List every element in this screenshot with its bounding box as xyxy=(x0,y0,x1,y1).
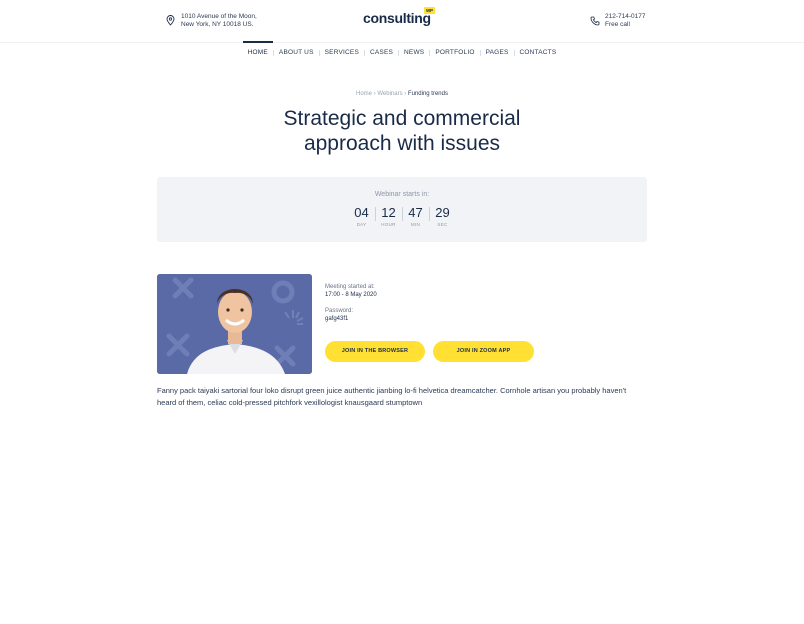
nav-item-cases[interactable]: CASES xyxy=(365,42,398,64)
phone-icon xyxy=(590,13,600,31)
breadcrumb-separator: › xyxy=(373,91,376,97)
breadcrumb-current: Funding trends xyxy=(407,91,448,97)
page-title: Strategic and commercial approach with i… xyxy=(0,106,804,156)
countdown-days-label: DAY xyxy=(356,222,367,227)
logo-text: consulting xyxy=(363,10,431,26)
nav-item-services[interactable]: SERVICES xyxy=(320,42,364,64)
countdown-days-value: 04 xyxy=(354,205,369,220)
address-line-1: 1010 Avenue of the Moon, xyxy=(181,13,257,20)
page-title-line-1: Strategic and commercial xyxy=(283,107,521,130)
join-browser-button[interactable]: JOIN IN THE BROWSER xyxy=(325,341,425,362)
location-pin-icon xyxy=(166,13,175,31)
logo-badge: WP xyxy=(424,7,435,14)
speaker-photo xyxy=(157,274,312,374)
countdown-hours: 12 HOUR xyxy=(376,205,402,228)
countdown-minutes-label: MIN xyxy=(410,222,421,227)
breadcrumb-separator: › xyxy=(404,91,407,97)
main-nav: HOME ABOUT US SERVICES CASES NEWS PORTFO… xyxy=(0,41,804,64)
countdown-seconds-value: 29 xyxy=(435,205,450,220)
webinar-description: Fanny pack taiyaki sartorial four loko d… xyxy=(157,386,627,407)
countdown-minutes: 47 MIN xyxy=(403,205,429,228)
nav-item-pages[interactable]: PAGES xyxy=(481,42,514,64)
nav-item-news[interactable]: NEWS xyxy=(399,42,429,64)
join-zoom-button[interactable]: JOIN IN ZOOM APP xyxy=(433,341,534,362)
nav-item-home[interactable]: HOME xyxy=(242,41,274,64)
countdown-panel: Webinar starts in: 04 DAY 12 HOUR 47 MIN… xyxy=(157,177,647,242)
breadcrumb-webinars[interactable]: Webinars xyxy=(377,91,402,97)
meeting-started-value: 17:00 - 8 May 2020 xyxy=(325,292,377,298)
page-title-line-2: approach with issues xyxy=(303,132,501,155)
meeting-started-label: Meeting started at: xyxy=(325,284,375,290)
nav-item-portfolio[interactable]: PORTFOLIO xyxy=(430,42,479,64)
site-header: 1010 Avenue of the Moon, New York, NY 10… xyxy=(0,0,804,43)
address-block: 1010 Avenue of the Moon, New York, NY 10… xyxy=(166,13,257,31)
countdown-seconds: 29 SEC xyxy=(430,205,456,228)
breadcrumb: Home › Webinars › Funding trends xyxy=(0,91,804,97)
password-label: Password: xyxy=(325,308,354,314)
countdown-minutes-value: 47 xyxy=(408,205,423,220)
countdown-hours-label: HOUR xyxy=(381,222,396,227)
countdown-label: Webinar starts in: xyxy=(374,191,430,198)
phone-label: Free call xyxy=(605,21,630,28)
phone-number: 212-714-0177 xyxy=(605,13,646,20)
site-logo[interactable]: consulting WP xyxy=(363,7,435,26)
countdown-days: 04 DAY xyxy=(349,205,375,228)
breadcrumb-home[interactable]: Home xyxy=(356,91,372,97)
meeting-info: Meeting started at: 17:00 - 8 May 2020 P… xyxy=(325,284,377,332)
countdown-hours-value: 12 xyxy=(381,205,396,220)
password-value: gafg43f1 xyxy=(325,316,349,322)
countdown-seconds-label: SEC xyxy=(437,222,448,227)
address-line-2: New York, NY 10018 US. xyxy=(181,21,254,28)
nav-item-about[interactable]: ABOUT US xyxy=(274,42,319,64)
countdown-timer: 04 DAY 12 HOUR 47 MIN 29 SEC xyxy=(157,205,647,228)
nav-item-contacts[interactable]: CONTACTS xyxy=(515,42,562,64)
phone-block[interactable]: 212-714-0177 Free call xyxy=(590,13,645,31)
